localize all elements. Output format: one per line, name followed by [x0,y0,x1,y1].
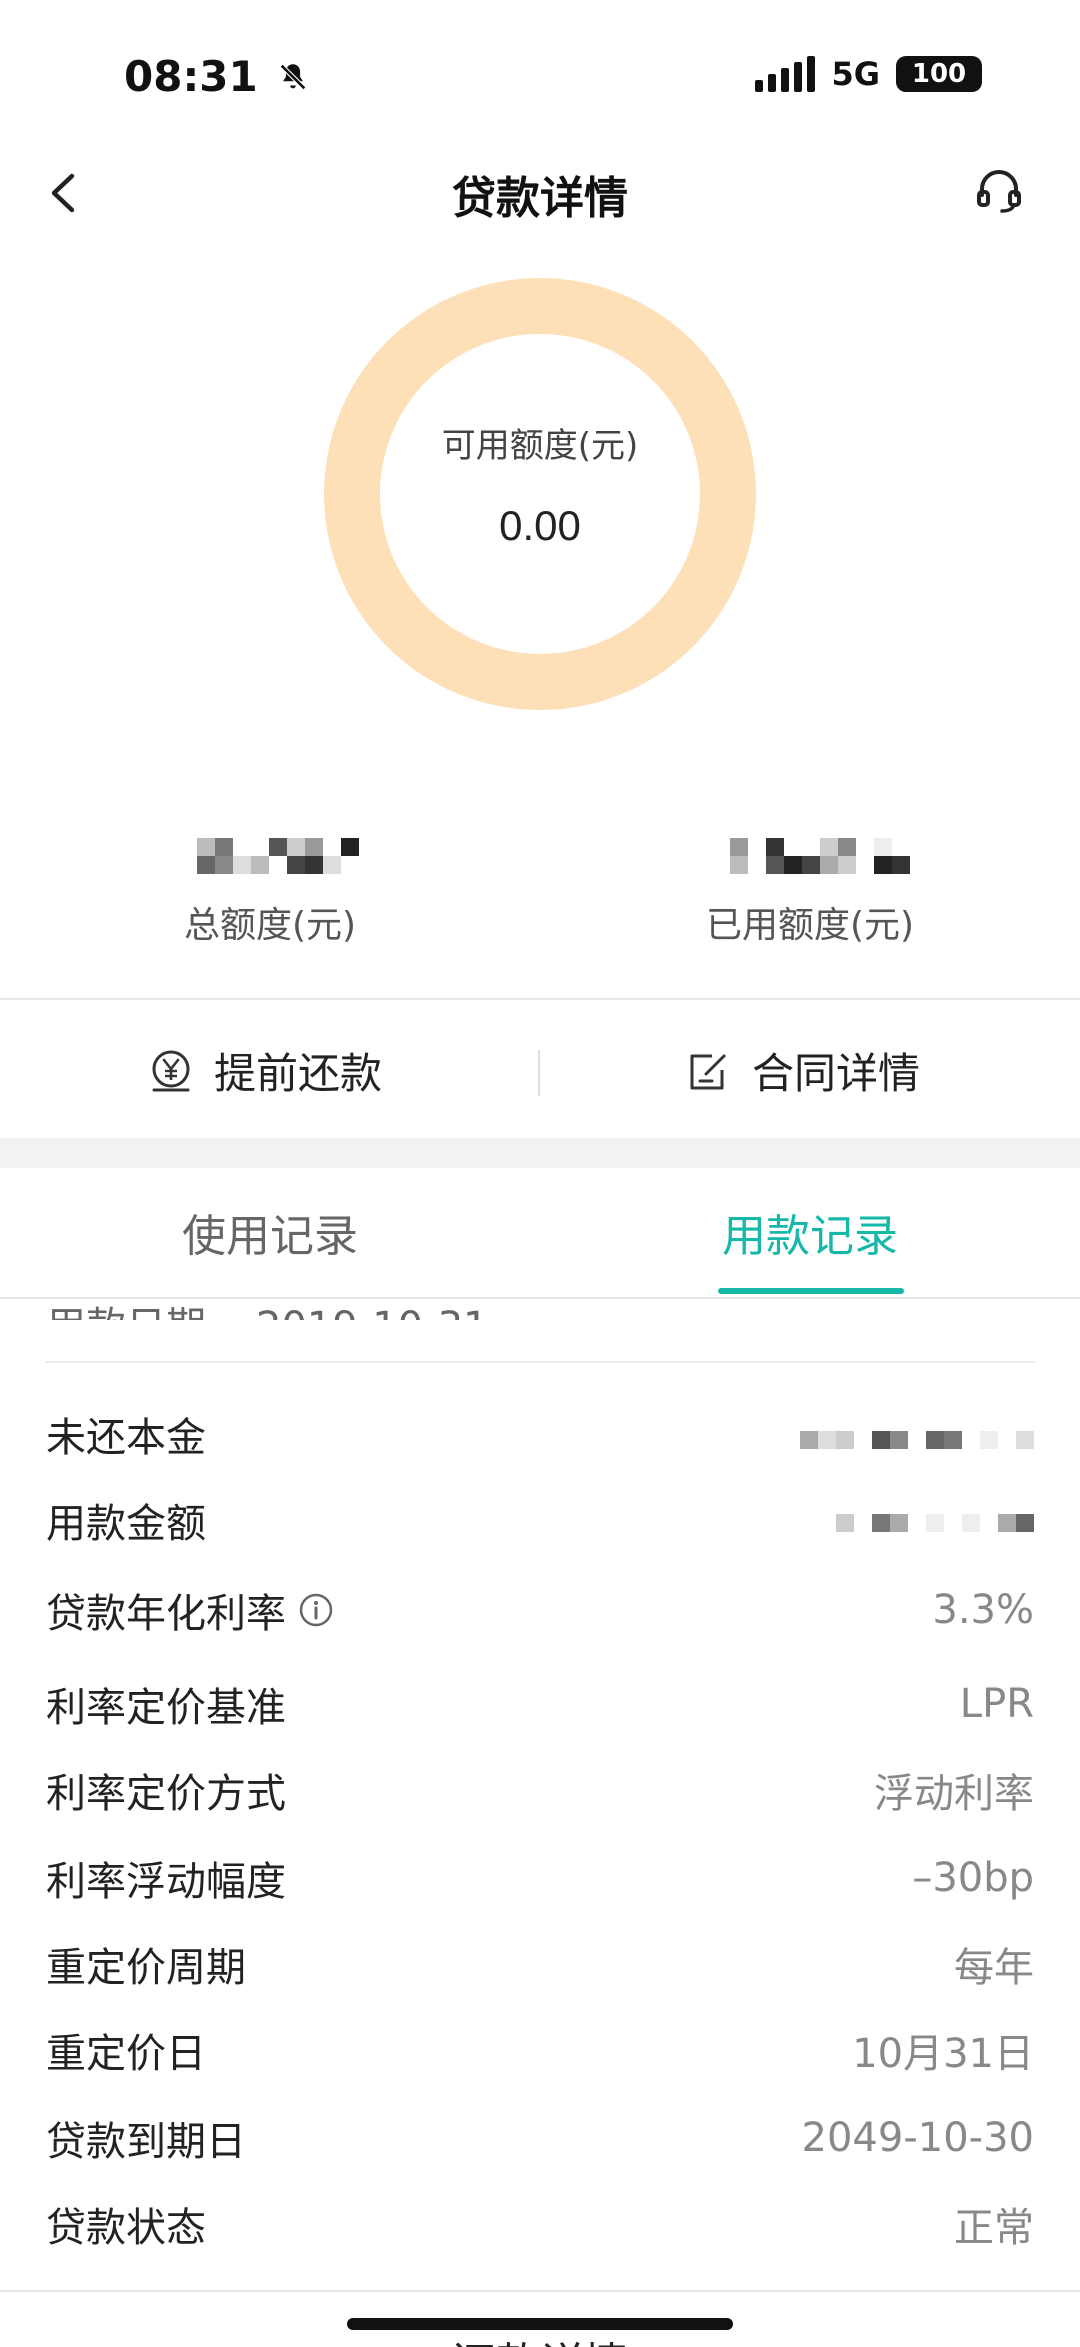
available-credit-value: 0.00 [499,502,581,549]
detail-value: 2049-10-30 [801,2115,1034,2161]
home-indicator[interactable] [347,2318,733,2330]
used-credit-label: 已用额度(元) [705,905,915,946]
status-time: 08:31 [124,52,310,101]
detail-value: –30bp [912,1855,1034,1901]
prepay-button[interactable]: 提前还款 [148,1040,382,1101]
detail-row-rate-method: 利率定价方式 浮动利率 [46,1760,1034,1820]
detail-row-repricing-date: 重定价日 10月31日 [46,2020,1034,2080]
page-title: 贷款详情 [452,173,628,224]
detail-row-repricing-cycle: 重定价周期 每年 [46,1934,1034,1994]
bottom-divider [0,2290,1080,2292]
detail-label: 利率定价基准 [46,1685,286,1731]
detail-row-outstanding-principal: 未还本金 [46,1404,1034,1464]
customer-service-icon[interactable] [974,165,1024,215]
detail-label: 未还本金 [46,1415,206,1461]
prepay-label: 提前还款 [214,1049,383,1098]
section-divider [0,998,1080,1000]
active-tab-indicator [718,1288,904,1294]
detail-label: 贷款状态 [46,2205,206,2251]
info-icon[interactable] [298,1592,334,1628]
detail-value: 10月31日 [852,2031,1034,2077]
detail-label: 利率定价方式 [46,1771,286,1817]
status-indicators: 5G 100 [755,55,982,93]
signal-icon [755,56,816,92]
repayment-details-label: 还款详情 [0,2328,1080,2347]
detail-row-annual-rate: 贷款年化利率 3.3% [46,1580,1034,1640]
detail-value: LPR [959,1681,1034,1727]
detail-row-maturity-date: 贷款到期日 2049-10-30 [46,2108,1034,2168]
tab-bar-border [0,1297,1080,1299]
detail-label: 贷款年化利率 [46,1591,286,1637]
total-credit-value-masked [168,838,388,874]
status-time-text: 08:31 [124,52,258,101]
detail-row-drawdown-amount: 用款金额 [46,1490,1034,1550]
contract-details-button[interactable]: 合同详情 [686,1040,920,1101]
battery-icon: 100 [896,56,982,92]
detail-value: 3.3% [932,1587,1034,1633]
drawdown-date-label: 用款日期 [46,1304,206,1320]
total-credit-label: 总额度(元) [183,905,357,946]
tab-drawdown-record[interactable]: 用款记录 [540,1200,1080,1264]
detail-row-loan-status: 贷款状态 正常 [46,2194,1034,2254]
detail-label: 重定价周期 [46,1945,246,1991]
detail-value: 每年 [954,1945,1034,1991]
detail-label: 贷款到期日 [46,2119,246,2165]
used-credit-value-masked [700,838,940,874]
edit-document-icon [690,1054,726,1089]
yuan-coin-icon [152,1050,190,1091]
detail-value: 浮动利率 [874,1771,1034,1817]
detail-label: 利率浮动幅度 [46,1859,286,1905]
detail-value: 正常 [954,2205,1034,2251]
outstanding-principal-value-masked [800,1431,1034,1449]
detail-row-rate-benchmark: 利率定价基准 LPR [46,1674,1034,1734]
action-divider [538,1050,540,1096]
contract-details-label: 合同详情 [752,1049,921,1098]
drawdown-amount-value-masked [836,1514,1034,1532]
tab-usage-record[interactable]: 使用记录 [0,1200,540,1264]
available-credit-label: 可用额度(元) [441,426,639,466]
drawdown-date-row: 用款日期 2019-10-31 [46,1290,1046,1320]
section-gap [0,1138,1080,1168]
mute-bell-icon [280,63,307,91]
drawdown-date-value: 2019-10-31 [256,1304,488,1320]
detail-row-rate-spread: 利率浮动幅度 –30bp [46,1848,1034,1908]
network-type: 5G [831,55,880,93]
battery-level: 100 [911,59,967,89]
detail-label: 重定价日 [46,2031,206,2077]
detail-label: 用款金额 [46,1501,206,1547]
row-divider [46,1361,1036,1363]
credit-donut-chart [324,278,756,710]
annual-rate-label-group: 贷款年化利率 [46,1581,334,1639]
